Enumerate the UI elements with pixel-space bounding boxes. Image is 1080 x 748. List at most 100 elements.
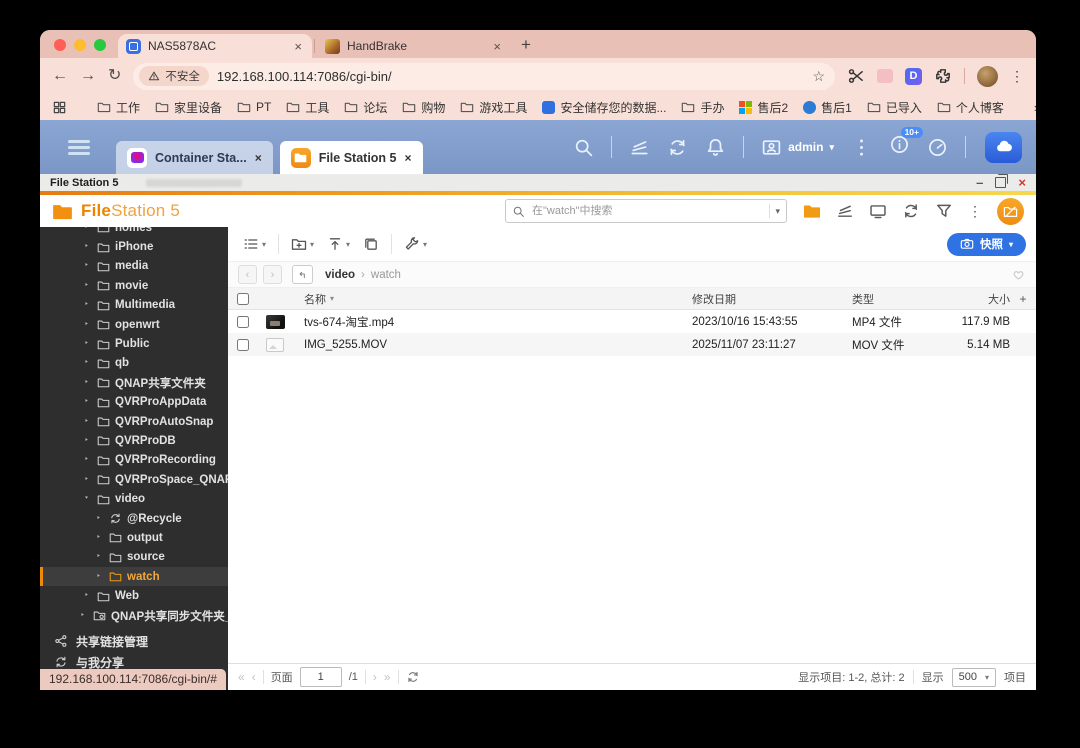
window-titlebar[interactable]: File Station 5 – ×: [40, 174, 1036, 191]
sync-icon[interactable]: [667, 137, 688, 158]
search-input[interactable]: [530, 204, 765, 218]
row-checkbox[interactable]: [237, 315, 249, 328]
refresh-list-icon[interactable]: [406, 670, 420, 684]
first-page-button[interactable]: «: [238, 670, 245, 684]
column-header-name[interactable]: 名称 ▾: [292, 291, 684, 307]
search-icon[interactable]: [573, 137, 594, 158]
history-forward-button[interactable]: ›: [263, 265, 282, 284]
column-header-type[interactable]: 类型: [852, 291, 930, 307]
tree-item-public[interactable]: Public: [40, 334, 228, 353]
notifications-bell-icon[interactable]: [705, 137, 726, 158]
main-menu-icon[interactable]: [68, 139, 90, 155]
maximize-icon[interactable]: [995, 174, 1009, 188]
tools-button[interactable]: ▾: [399, 232, 432, 256]
tree-item-web[interactable]: Web: [40, 586, 228, 605]
background-tasks-icon[interactable]: [629, 137, 650, 158]
tree-item-output[interactable]: output: [40, 528, 228, 547]
qnap-tab-container-station[interactable]: Container Sta... ×: [116, 141, 273, 174]
next-page-button[interactable]: ›: [373, 670, 377, 684]
apps-grid-icon[interactable]: [52, 100, 67, 115]
task-queue-icon[interactable]: [836, 202, 854, 220]
bookmarks-overflow-icon[interactable]: »: [1034, 100, 1036, 115]
scissors-extension-icon[interactable]: [847, 67, 865, 85]
extensions-puzzle-icon[interactable]: [934, 67, 952, 85]
tree-item-qvrprospace[interactable]: QVRProSpace_QNAP: [40, 470, 228, 489]
bookmark-item[interactable]: 售后1: [803, 99, 852, 116]
zoom-window-button[interactable]: [94, 39, 106, 51]
minimize-window-button[interactable]: [74, 39, 86, 51]
breadcrumb-current[interactable]: watch: [371, 269, 401, 281]
close-icon[interactable]: ×: [1018, 175, 1026, 190]
sidebar-item-share-links[interactable]: 共享链接管理: [40, 631, 228, 651]
bookmark-item[interactable]: 家里设备: [155, 99, 222, 116]
tree-item-homes[interactable]: homes: [40, 227, 228, 237]
add-column-button[interactable]: +: [1010, 292, 1036, 306]
tree-item-multimedia[interactable]: Multimedia: [40, 296, 228, 315]
tree-item-video[interactable]: video: [40, 489, 228, 508]
browser-tab-handbrake[interactable]: HandBrake ×: [317, 34, 511, 58]
browser-tab-nas[interactable]: NAS5878AC ×: [118, 34, 312, 58]
last-page-button[interactable]: »: [384, 670, 391, 684]
search-box[interactable]: ▾: [505, 199, 787, 223]
select-all-checkbox[interactable]: [237, 292, 249, 305]
copy-button[interactable]: [358, 232, 384, 256]
tree-item-sync-folder-vol[interactable]: QNAP共享同步文件夹_Vol: [40, 606, 228, 625]
bookmark-item[interactable]: 已导入: [867, 99, 922, 116]
up-level-button[interactable]: [292, 265, 313, 284]
column-header-size[interactable]: 大小: [930, 291, 1010, 307]
bookmark-item[interactable]: 手办: [681, 99, 724, 116]
tree-item-qb[interactable]: qb: [40, 354, 228, 373]
breadcrumb-parent[interactable]: video: [325, 269, 355, 281]
bookmark-item[interactable]: PT: [237, 100, 271, 114]
resource-monitor-icon[interactable]: [927, 137, 948, 158]
refresh-icon[interactable]: [902, 202, 920, 220]
tree-item-qnap-share[interactable]: QNAP共享文件夹: [40, 373, 228, 392]
bookmark-item[interactable]: 售后2: [739, 99, 788, 116]
bookmark-item[interactable]: 工作: [97, 99, 140, 116]
back-icon[interactable]: ←: [52, 68, 68, 84]
history-back-button[interactable]: ‹: [238, 265, 257, 284]
page-input[interactable]: [299, 667, 342, 687]
forward-icon[interactable]: →: [80, 68, 96, 84]
snapshot-button[interactable]: 快照 ▾: [946, 232, 1026, 256]
tree-item-movie[interactable]: movie: [40, 276, 228, 295]
bookmark-item[interactable]: 工具: [286, 99, 329, 116]
bookmark-item[interactable]: 个人博客: [937, 99, 1004, 116]
upload-button[interactable]: ▾: [322, 232, 355, 256]
reload-icon[interactable]: ↻: [108, 68, 121, 84]
tab-close-icon[interactable]: ×: [491, 39, 503, 54]
more-options-icon[interactable]: ⋮: [968, 203, 982, 220]
bookmark-item[interactable]: 游戏工具: [460, 99, 527, 116]
filter-funnel-icon[interactable]: [935, 202, 953, 220]
row-checkbox[interactable]: [237, 338, 249, 351]
tree-item-recycle[interactable]: @Recycle: [40, 509, 228, 528]
view-mode-button[interactable]: ▾: [238, 232, 271, 256]
tree-item-openwrt[interactable]: openwrt: [40, 315, 228, 334]
tree-item-qvrprorecording[interactable]: QVRProRecording: [40, 451, 228, 470]
user-menu[interactable]: admin ▾: [761, 137, 834, 158]
prev-page-button[interactable]: ‹: [252, 670, 256, 684]
new-tab-button[interactable]: +: [521, 35, 531, 55]
remote-mount-icon[interactable]: [803, 202, 821, 220]
tv-extension-icon[interactable]: [877, 69, 893, 83]
browser-menu-icon[interactable]: ⋮: [1010, 68, 1024, 85]
security-badge[interactable]: 不安全: [139, 66, 209, 86]
profile-avatar[interactable]: [977, 65, 998, 87]
new-folder-button[interactable]: ▾: [286, 232, 319, 256]
qnap-tab-file-station[interactable]: File Station 5 ×: [279, 141, 423, 174]
cast-screen-icon[interactable]: [869, 202, 887, 220]
d-extension-icon[interactable]: D: [905, 67, 922, 85]
tree-item-qvrproappdata[interactable]: QVRProAppData: [40, 393, 228, 412]
smart-file-station-button[interactable]: [997, 197, 1024, 225]
bookmark-item[interactable]: 安全储存您的数据...: [542, 99, 666, 116]
file-row[interactable]: tvs-674-淘宝.mp4 2023/10/16 15:43:55 MP4 文…: [228, 310, 1036, 333]
tree-item-media[interactable]: media: [40, 257, 228, 276]
system-info-button[interactable]: 10+: [889, 127, 923, 160]
address-bar[interactable]: 不安全 192.168.100.114:7086/cgi-bin/ ☆: [133, 62, 835, 90]
tree-item-qvrprodb[interactable]: QVRProDB: [40, 431, 228, 450]
more-options-icon[interactable]: [851, 137, 872, 158]
file-row[interactable]: IMG_5255.MOV 2025/11/07 23:11:27 MOV 文件 …: [228, 333, 1036, 356]
file-name[interactable]: IMG_5255.MOV: [292, 339, 684, 351]
tree-item-iphone[interactable]: iPhone: [40, 237, 228, 256]
search-scope-caret-icon[interactable]: ▾: [775, 206, 780, 217]
